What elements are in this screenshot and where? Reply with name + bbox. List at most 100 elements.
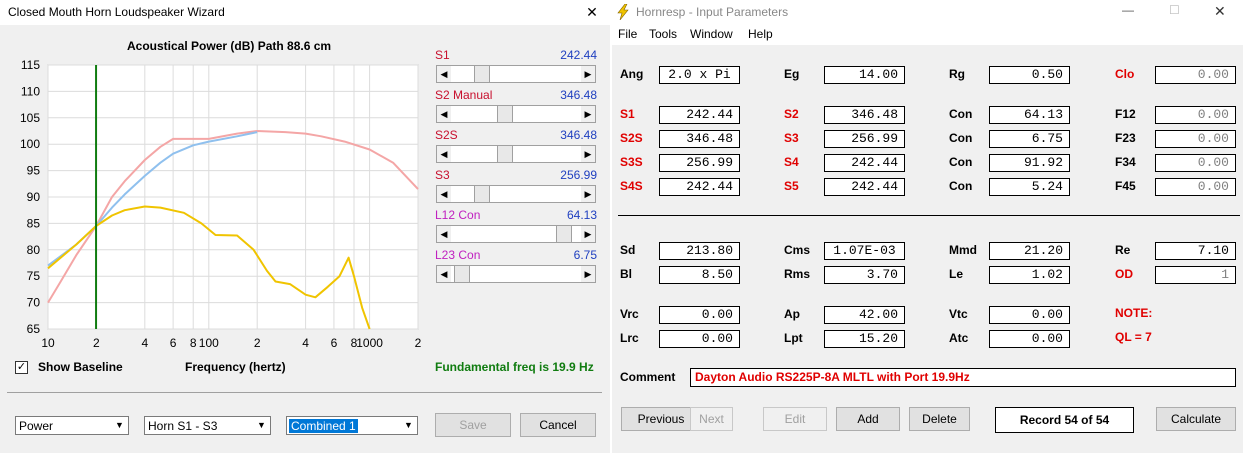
chevron-right-icon[interactable]: ▶ — [581, 266, 595, 282]
edit-button[interactable]: Edit — [763, 407, 827, 431]
param-field-vrc[interactable]: 0.00 — [659, 306, 740, 324]
next-button[interactable]: Next — [690, 407, 733, 431]
slider-track[interactable]: ◀ ▶ — [436, 265, 596, 283]
cancel-button[interactable]: Cancel — [520, 413, 596, 437]
slider-thumb[interactable] — [473, 186, 490, 202]
slider-thumb[interactable] — [454, 266, 471, 282]
param-label-con4: Con — [949, 179, 973, 193]
param-label-ang: Ang — [620, 67, 644, 81]
chevron-left-icon[interactable]: ◀ — [437, 146, 451, 162]
add-button[interactable]: Add — [836, 407, 900, 431]
chevron-down-icon[interactable]: ▼ — [254, 418, 269, 433]
param-field-f45[interactable]: 0.00 — [1155, 178, 1236, 196]
chevron-left-icon[interactable]: ◀ — [437, 226, 451, 242]
param-label-vrc: Vrc — [620, 307, 639, 321]
param-field-ap[interactable]: 42.00 — [824, 306, 905, 324]
minimize-icon[interactable]: — — [1122, 3, 1134, 17]
slider-track[interactable]: ◀ ▶ — [436, 145, 596, 163]
param-field-f23[interactable]: 0.00 — [1155, 130, 1236, 148]
save-button[interactable]: Save — [435, 413, 511, 437]
param-field-f12[interactable]: 0.00 — [1155, 106, 1236, 124]
chevron-left-icon[interactable]: ◀ — [437, 186, 451, 202]
param-field-s5[interactable]: 242.44 — [824, 178, 905, 196]
calculate-button[interactable]: Calculate — [1156, 407, 1236, 431]
param-field-clo[interactable]: 0.00 — [1155, 66, 1236, 84]
param-field-s2[interactable]: 346.48 — [824, 106, 905, 124]
menu-tools[interactable]: Tools — [649, 27, 677, 41]
chevron-right-icon[interactable]: ▶ — [581, 186, 595, 202]
slider-thumb[interactable] — [473, 66, 490, 82]
chevron-right-icon[interactable]: ▶ — [581, 106, 595, 122]
section-divider — [618, 215, 1240, 216]
param-field-le[interactable]: 1.02 — [989, 266, 1070, 284]
param-label-vtc: Vtc — [949, 307, 968, 321]
param-field-s1[interactable]: 242.44 — [659, 106, 740, 124]
param-label-bl: Bl — [620, 267, 632, 281]
chevron-down-icon[interactable]: ▼ — [401, 418, 416, 433]
show-baseline-checkbox[interactable]: ✓ — [15, 361, 28, 374]
menu-window[interactable]: Window — [690, 27, 733, 41]
param-field-con2[interactable]: 6.75 — [989, 130, 1070, 148]
delete-button[interactable]: Delete — [909, 407, 970, 431]
x-tick-label: 2 — [93, 336, 100, 350]
param-field-rms[interactable]: 3.70 — [824, 266, 905, 284]
slider-thumb[interactable] — [496, 106, 513, 122]
display-type-value: Power — [19, 419, 54, 433]
hornresp-title-bar[interactable]: Hornresp - Input Parameters — ☐ ✕ — [612, 0, 1243, 25]
previous-button[interactable]: Previous — [621, 407, 701, 431]
chevron-left-icon[interactable]: ◀ — [437, 66, 451, 82]
param-field-ang[interactable]: 2.0 x Pi — [659, 66, 740, 84]
slider-thumb[interactable] — [496, 146, 513, 162]
param-field-lpt[interactable]: 15.20 — [824, 330, 905, 348]
param-field-f34[interactable]: 0.00 — [1155, 154, 1236, 172]
wizard-title-bar[interactable]: Closed Mouth Horn Loudspeaker Wizard ✕ — [0, 0, 610, 25]
chevron-left-icon[interactable]: ◀ — [437, 266, 451, 282]
display-type-select[interactable]: Power ▼ — [15, 416, 129, 435]
param-field-eg[interactable]: 14.00 — [824, 66, 905, 84]
param-field-con1[interactable]: 64.13 — [989, 106, 1070, 124]
param-field-s2s[interactable]: 346.48 — [659, 130, 740, 148]
param-field-con3[interactable]: 91.92 — [989, 154, 1070, 172]
param-field-rg[interactable]: 0.50 — [989, 66, 1070, 84]
slider-track[interactable]: ◀ ▶ — [436, 105, 596, 123]
param-field-s3[interactable]: 256.99 — [824, 130, 905, 148]
slider-track[interactable]: ◀ ▶ — [436, 225, 596, 243]
maximize-icon[interactable]: ☐ — [1169, 3, 1180, 17]
param-field-s3s[interactable]: 256.99 — [659, 154, 740, 172]
slider-track[interactable]: ◀ ▶ — [436, 185, 596, 203]
chevron-right-icon[interactable]: ▶ — [581, 66, 595, 82]
close-icon[interactable]: ✕ — [580, 2, 604, 22]
comment-field[interactable]: Dayton Audio RS225P-8A MLTL with Port 19… — [690, 368, 1236, 387]
param-field-lrc[interactable]: 0.00 — [659, 330, 740, 348]
horn-section-value: Horn S1 - S3 — [148, 419, 218, 433]
param-field-od[interactable]: 1 — [1155, 266, 1236, 284]
chevron-down-icon[interactable]: ▼ — [112, 418, 127, 433]
param-field-vtc[interactable]: 0.00 — [989, 306, 1070, 324]
menu-file[interactable]: File — [618, 27, 637, 41]
param-field-s4[interactable]: 242.44 — [824, 154, 905, 172]
close-icon[interactable]: ✕ — [1214, 3, 1226, 20]
param-field-con4[interactable]: 5.24 — [989, 178, 1070, 196]
param-field-bl[interactable]: 8.50 — [659, 266, 740, 284]
param-label-lpt: Lpt — [784, 331, 803, 345]
lightning-app-icon — [617, 4, 629, 20]
chevron-left-icon[interactable]: ◀ — [437, 106, 451, 122]
param-field-re[interactable]: 7.10 — [1155, 242, 1236, 260]
slider-track[interactable]: ◀ ▶ — [436, 65, 596, 83]
param-field-atc[interactable]: 0.00 — [989, 330, 1070, 348]
chevron-right-icon[interactable]: ▶ — [581, 146, 595, 162]
param-field-mmd[interactable]: 21.20 — [989, 242, 1070, 260]
horn-section-select[interactable]: Horn S1 - S3 ▼ — [144, 416, 271, 435]
x-tick-label: 2 — [415, 336, 422, 350]
chevron-right-icon[interactable]: ▶ — [581, 226, 595, 242]
menu-help[interactable]: Help — [748, 27, 773, 41]
param-label-con2: Con — [949, 131, 973, 145]
param-label-rg: Rg — [949, 67, 965, 81]
param-field-s4s[interactable]: 242.44 — [659, 178, 740, 196]
divider — [7, 392, 602, 393]
slider-thumb[interactable] — [555, 226, 572, 242]
param-field-cms[interactable]: 1.07E-03 — [824, 242, 905, 260]
param-field-sd[interactable]: 213.80 — [659, 242, 740, 260]
note-ql: QL = 7 — [1115, 330, 1152, 344]
mode-select[interactable]: Combined 1 ▼ — [286, 416, 418, 435]
